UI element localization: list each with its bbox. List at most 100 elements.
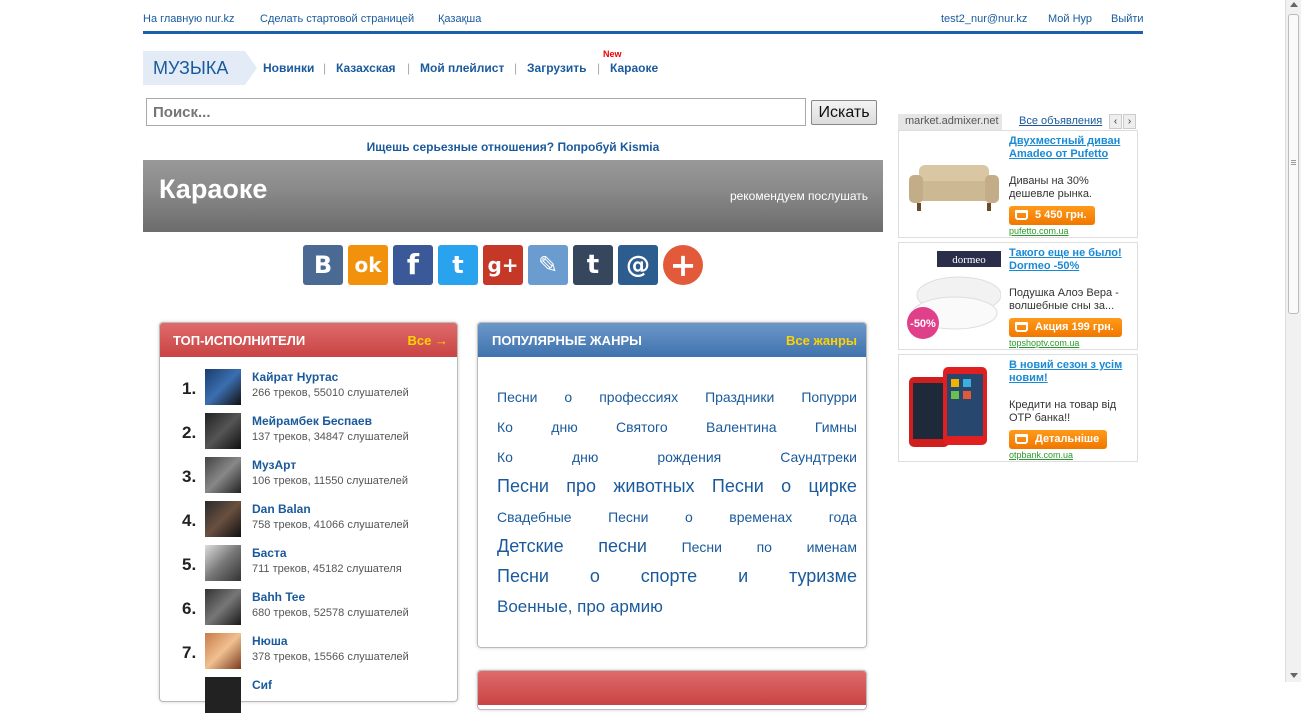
artist-row[interactable]: 7. Нюша 378 треков, 15566 слушателей [160,633,460,677]
ad-domain[interactable]: pufetto.com.ua [1009,226,1069,236]
genre-word[interactable]: Детские [497,536,564,557]
genre-word[interactable]: цирке [808,476,856,497]
genre-word[interactable]: Песни [497,476,549,497]
genre-word[interactable]: Песни [608,509,648,525]
nav-new[interactable]: Новинки [263,61,314,75]
genre-word[interactable]: о [564,389,572,405]
genre-word[interactable]: Валентина [706,419,777,435]
artist-name[interactable]: Bahh Tee [252,590,305,604]
genre-word[interactable]: Песни [497,566,549,587]
genre-word[interactable]: песни [598,536,647,557]
nav-kazakh[interactable]: Казахская [336,61,396,75]
genre-word[interactable]: дню [572,449,598,465]
ad-card[interactable]: dormeo -50% Такого еще не было! Dormeo -… [898,242,1138,350]
nav-upload[interactable]: Загрузить [527,61,586,75]
artist-photo[interactable] [205,501,241,537]
ads-tab-market[interactable]: market.admixer.net [898,114,1002,130]
genre-word[interactable]: Песни [712,476,764,497]
genre-word[interactable]: Ко [497,449,513,465]
set-start-page-link[interactable]: Сделать стартовой страницей [260,13,414,25]
genre-word[interactable]: Святого [616,419,668,435]
artist-photo[interactable] [205,369,241,405]
genre-word[interactable]: именам [807,539,857,555]
genre-word[interactable]: Военные, про армию [497,597,663,617]
artist-photo[interactable] [205,633,241,669]
ads-next-icon[interactable]: › [1123,114,1136,129]
scroll-up-icon[interactable] [1290,2,1298,7]
tumblr-icon[interactable]: t [573,245,613,285]
genre-word[interactable]: Саундтреки [780,449,857,465]
user-email-link[interactable]: test2_nur@nur.kz [941,13,1027,25]
scroll-thumb[interactable] [1288,14,1299,314]
artist-row[interactable]: 2. Мейрамбек Беспаев 137 треков, 34847 с… [160,413,460,457]
genre-word[interactable]: животных [613,476,694,497]
artist-photo[interactable] [205,457,241,493]
language-link[interactable]: Қазақша [438,13,481,25]
artist-row[interactable]: 1. Кайрат Нуртас 266 треков, 55010 слуша… [160,369,460,413]
genre-word[interactable]: и [738,566,748,587]
googleplus-icon[interactable]: g+ [483,245,523,285]
ad-price-button[interactable]: Акция 199 грн. [1009,318,1122,337]
ad-title[interactable]: Двухместный диван Amadeo от Pufetto [1009,135,1134,161]
genre-word[interactable]: Песни [497,389,537,405]
facebook-icon[interactable]: f [393,245,433,285]
livejournal-icon[interactable]: ✎ [528,245,568,285]
search-input[interactable] [146,98,806,126]
ads-prev-icon[interactable]: ‹ [1109,114,1122,129]
artist-name[interactable]: МузАрт [252,458,296,472]
ads-all-link[interactable]: Все объявления [1019,115,1102,127]
genre-word[interactable]: года [829,509,857,525]
phone-image[interactable] [907,363,1001,453]
artist-photo[interactable] [205,413,241,449]
vk-icon[interactable]: В [303,245,343,285]
genre-word[interactable]: дню [551,419,577,435]
genre-word[interactable]: профессиях [599,389,678,405]
artist-name[interactable]: Кайрат Нуртас [252,370,338,384]
logout-link[interactable]: Выйти [1111,13,1144,25]
artist-row[interactable]: Сиf [160,677,460,721]
artist-name[interactable]: Сиf [252,678,272,692]
genre-word[interactable]: Гимны [815,419,857,435]
artist-name[interactable]: Нюша [252,634,288,648]
page-scrollbar[interactable] [1285,0,1301,682]
genre-word[interactable]: Ко [497,419,513,435]
ad-card[interactable]: Двухместный диван Amadeo от Pufetto Дива… [898,130,1138,238]
artist-row[interactable]: 4. Dan Balan 758 треков, 41066 слушателе… [160,501,460,545]
genre-word[interactable]: по [757,539,772,555]
nav-karaoke[interactable]: Караоке [610,61,658,75]
twitter-icon[interactable]: t [438,245,478,285]
genre-word[interactable]: спорте [641,566,697,587]
artist-row[interactable]: 6. Bahh Tee 680 треков, 52578 слушателей [160,589,460,633]
artist-photo[interactable] [205,589,241,625]
ad-price-button[interactable]: 5 450 грн. [1009,206,1095,225]
ad-domain[interactable]: topshoptv.com.ua [1009,338,1079,348]
music-logo[interactable]: МУЗЫКА [143,51,257,85]
genre-word[interactable]: Попурри [801,389,857,405]
sofa-image[interactable] [907,139,1001,229]
genre-word[interactable]: Свадебные [497,509,572,525]
genres-all-link[interactable]: Все жанры [786,333,857,348]
genre-word[interactable]: туризме [789,566,857,587]
genre-word[interactable]: про [566,476,596,497]
ad-title[interactable]: Такого еще не было! Dormeo -50% [1009,247,1134,273]
genre-word[interactable]: Праздники [705,389,774,405]
artist-name[interactable]: Баста [252,546,287,560]
promo-link[interactable]: Ищешь серьезные отношения? Попробуй Kism… [143,140,883,154]
artist-row[interactable]: 3. МузАрт 106 треков, 11550 слушателей [160,457,460,501]
genre-word[interactable]: о [590,566,600,587]
artist-name[interactable]: Dan Balan [252,502,311,516]
pillow-image[interactable]: dormeo -50% [907,251,1002,341]
home-link[interactable]: На главную nur.kz [143,13,235,25]
genre-word[interactable]: Песни [682,539,722,555]
nav-my-playlist[interactable]: Мой плейлист [420,61,504,75]
artist-row[interactable]: 5. Баста 711 треков, 45182 слушателя [160,545,460,589]
search-button[interactable]: Искать [811,100,877,125]
top-artists-all-link[interactable]: Все → [408,333,448,348]
scroll-down-icon[interactable] [1290,673,1298,678]
odnoklassniki-icon[interactable]: ok [348,245,388,285]
genre-word[interactable]: временах [729,509,792,525]
artist-photo[interactable] [205,545,241,581]
more-share-icon[interactable]: + [663,245,703,285]
genre-word[interactable]: о [685,509,693,525]
ad-price-button[interactable]: Детальніше [1009,430,1108,449]
